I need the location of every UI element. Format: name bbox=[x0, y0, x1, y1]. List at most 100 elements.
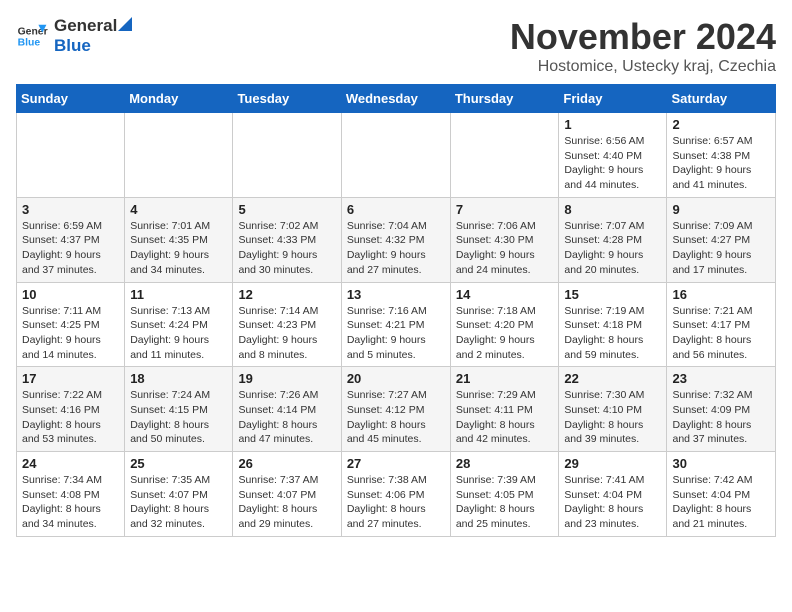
weekday-header-saturday: Saturday bbox=[667, 85, 776, 113]
day-number: 10 bbox=[22, 287, 119, 302]
day-number: 12 bbox=[238, 287, 335, 302]
day-info: Sunrise: 7:41 AM Sunset: 4:04 PM Dayligh… bbox=[564, 473, 661, 532]
day-number: 6 bbox=[347, 202, 445, 217]
day-number: 18 bbox=[130, 371, 227, 386]
day-number: 21 bbox=[456, 371, 554, 386]
calendar-cell: 10 Sunrise: 7:11 AM Sunset: 4:25 PM Dayli… bbox=[17, 282, 125, 367]
calendar-cell: 1Sunrise: 6:56 AM Sunset: 4:40 PM Daylig… bbox=[559, 113, 667, 198]
day-info: Sunrise: 6:57 AM Sunset: 4:38 PM Dayligh… bbox=[672, 134, 770, 193]
day-number: 11 bbox=[130, 287, 227, 302]
weekday-header-friday: Friday bbox=[559, 85, 667, 113]
day-number: 15 bbox=[564, 287, 661, 302]
calendar-cell: 30 Sunrise: 7:42 AM Sunset: 4:04 PM Dayli… bbox=[667, 452, 776, 537]
day-info: Sunrise: 7:37 AM Sunset: 4:07 PM Dayligh… bbox=[238, 473, 335, 532]
calendar-cell: 5Sunrise: 7:02 AM Sunset: 4:33 PM Daylig… bbox=[233, 197, 341, 282]
calendar-cell: 15 Sunrise: 7:19 AM Sunset: 4:18 PM Dayli… bbox=[559, 282, 667, 367]
svg-text:Blue: Blue bbox=[18, 38, 41, 49]
calendar-cell: 13 Sunrise: 7:16 AM Sunset: 4:21 PM Dayli… bbox=[341, 282, 450, 367]
calendar-cell: 27 Sunrise: 7:38 AM Sunset: 4:06 PM Dayli… bbox=[341, 452, 450, 537]
calendar-cell: 14Sunrise: 7:18 AM Sunset: 4:20 PM Dayli… bbox=[450, 282, 559, 367]
day-info: Sunrise: 7:07 AM Sunset: 4:28 PM Dayligh… bbox=[564, 219, 661, 278]
calendar-week-row-3: 10 Sunrise: 7:11 AM Sunset: 4:25 PM Dayli… bbox=[17, 282, 776, 367]
calendar-cell: 11 Sunrise: 7:13 AM Sunset: 4:24 PM Dayli… bbox=[125, 282, 233, 367]
day-number: 9 bbox=[672, 202, 770, 217]
day-number: 25 bbox=[130, 456, 227, 471]
day-info: Sunrise: 7:22 AM Sunset: 4:16 PM Dayligh… bbox=[22, 388, 119, 447]
calendar-cell: 23Sunrise: 7:32 AM Sunset: 4:09 PM Dayli… bbox=[667, 367, 776, 452]
day-number: 29 bbox=[564, 456, 661, 471]
day-info: Sunrise: 7:39 AM Sunset: 4:05 PM Dayligh… bbox=[456, 473, 554, 532]
day-info: Sunrise: 7:21 AM Sunset: 4:17 PM Dayligh… bbox=[672, 304, 770, 363]
logo-general-text: General bbox=[54, 16, 117, 36]
day-number: 3 bbox=[22, 202, 119, 217]
calendar-cell: 19Sunrise: 7:26 AM Sunset: 4:14 PM Dayli… bbox=[233, 367, 341, 452]
day-info: Sunrise: 7:30 AM Sunset: 4:10 PM Dayligh… bbox=[564, 388, 661, 447]
calendar-cell: 20Sunrise: 7:27 AM Sunset: 4:12 PM Dayli… bbox=[341, 367, 450, 452]
day-number: 4 bbox=[130, 202, 227, 217]
calendar-week-row-2: 3 Sunrise: 6:59 AM Sunset: 4:37 PM Daylig… bbox=[17, 197, 776, 282]
weekday-header-tuesday: Tuesday bbox=[233, 85, 341, 113]
day-number: 13 bbox=[347, 287, 445, 302]
weekday-header-thursday: Thursday bbox=[450, 85, 559, 113]
day-number: 26 bbox=[238, 456, 335, 471]
day-number: 14 bbox=[456, 287, 554, 302]
day-number: 7 bbox=[456, 202, 554, 217]
month-title: November 2024 bbox=[510, 16, 776, 58]
day-number: 22 bbox=[564, 371, 661, 386]
day-number: 16 bbox=[672, 287, 770, 302]
page-header: General Blue General Blue November 2024 … bbox=[16, 16, 776, 76]
weekday-header-sunday: Sunday bbox=[17, 85, 125, 113]
calendar-cell bbox=[233, 113, 341, 198]
day-info: Sunrise: 7:34 AM Sunset: 4:08 PM Dayligh… bbox=[22, 473, 119, 532]
day-info: Sunrise: 7:42 AM Sunset: 4:04 PM Dayligh… bbox=[672, 473, 770, 532]
weekday-header-row: SundayMondayTuesdayWednesdayThursdayFrid… bbox=[17, 85, 776, 113]
day-info: Sunrise: 7:06 AM Sunset: 4:30 PM Dayligh… bbox=[456, 219, 554, 278]
calendar-cell: 4Sunrise: 7:01 AM Sunset: 4:35 PM Daylig… bbox=[125, 197, 233, 282]
day-number: 5 bbox=[238, 202, 335, 217]
calendar-cell: 26 Sunrise: 7:37 AM Sunset: 4:07 PM Dayli… bbox=[233, 452, 341, 537]
day-info: Sunrise: 7:19 AM Sunset: 4:18 PM Dayligh… bbox=[564, 304, 661, 363]
day-number: 27 bbox=[347, 456, 445, 471]
day-info: Sunrise: 7:14 AM Sunset: 4:23 PM Dayligh… bbox=[238, 304, 335, 363]
calendar-cell: 21 Sunrise: 7:29 AM Sunset: 4:11 PM Dayli… bbox=[450, 367, 559, 452]
day-info: Sunrise: 7:13 AM Sunset: 4:24 PM Dayligh… bbox=[130, 304, 227, 363]
calendar-cell bbox=[341, 113, 450, 198]
day-info: Sunrise: 7:09 AM Sunset: 4:27 PM Dayligh… bbox=[672, 219, 770, 278]
calendar-week-row-4: 17Sunrise: 7:22 AM Sunset: 4:16 PM Dayli… bbox=[17, 367, 776, 452]
calendar-cell: 17Sunrise: 7:22 AM Sunset: 4:16 PM Dayli… bbox=[17, 367, 125, 452]
calendar-cell: 28Sunrise: 7:39 AM Sunset: 4:05 PM Dayli… bbox=[450, 452, 559, 537]
day-info: Sunrise: 7:04 AM Sunset: 4:32 PM Dayligh… bbox=[347, 219, 445, 278]
calendar-cell: 9 Sunrise: 7:09 AM Sunset: 4:27 PM Daylig… bbox=[667, 197, 776, 282]
title-block: November 2024 Hostomice, Ustecky kraj, C… bbox=[510, 16, 776, 76]
logo-icon: General Blue bbox=[16, 20, 48, 52]
day-info: Sunrise: 7:11 AM Sunset: 4:25 PM Dayligh… bbox=[22, 304, 119, 363]
day-info: Sunrise: 7:38 AM Sunset: 4:06 PM Dayligh… bbox=[347, 473, 445, 532]
calendar-cell: 22 Sunrise: 7:30 AM Sunset: 4:10 PM Dayli… bbox=[559, 367, 667, 452]
day-number: 24 bbox=[22, 456, 119, 471]
logo-blue-text: Blue bbox=[54, 36, 91, 55]
calendar-cell: 29 Sunrise: 7:41 AM Sunset: 4:04 PM Dayli… bbox=[559, 452, 667, 537]
calendar-cell: 3 Sunrise: 6:59 AM Sunset: 4:37 PM Daylig… bbox=[17, 197, 125, 282]
calendar-cell: 6 Sunrise: 7:04 AM Sunset: 4:32 PM Daylig… bbox=[341, 197, 450, 282]
calendar-cell: 12 Sunrise: 7:14 AM Sunset: 4:23 PM Dayli… bbox=[233, 282, 341, 367]
calendar-cell: 8 Sunrise: 7:07 AM Sunset: 4:28 PM Daylig… bbox=[559, 197, 667, 282]
day-info: Sunrise: 7:16 AM Sunset: 4:21 PM Dayligh… bbox=[347, 304, 445, 363]
day-info: Sunrise: 6:59 AM Sunset: 4:37 PM Dayligh… bbox=[22, 219, 119, 278]
day-info: Sunrise: 7:24 AM Sunset: 4:15 PM Dayligh… bbox=[130, 388, 227, 447]
day-info: Sunrise: 7:29 AM Sunset: 4:11 PM Dayligh… bbox=[456, 388, 554, 447]
day-number: 1 bbox=[564, 117, 661, 132]
calendar-table: SundayMondayTuesdayWednesdayThursdayFrid… bbox=[16, 84, 776, 537]
calendar-cell: 25 Sunrise: 7:35 AM Sunset: 4:07 PM Dayli… bbox=[125, 452, 233, 537]
calendar-cell: 2Sunrise: 6:57 AM Sunset: 4:38 PM Daylig… bbox=[667, 113, 776, 198]
day-number: 20 bbox=[347, 371, 445, 386]
logo-triangle-icon bbox=[118, 17, 132, 31]
day-number: 30 bbox=[672, 456, 770, 471]
calendar-cell bbox=[450, 113, 559, 198]
calendar-week-row-5: 24 Sunrise: 7:34 AM Sunset: 4:08 PM Dayli… bbox=[17, 452, 776, 537]
day-number: 8 bbox=[564, 202, 661, 217]
calendar-cell: 7 Sunrise: 7:06 AM Sunset: 4:30 PM Daylig… bbox=[450, 197, 559, 282]
calendar-cell: 18 Sunrise: 7:24 AM Sunset: 4:15 PM Dayli… bbox=[125, 367, 233, 452]
day-number: 23 bbox=[672, 371, 770, 386]
day-info: Sunrise: 7:35 AM Sunset: 4:07 PM Dayligh… bbox=[130, 473, 227, 532]
calendar-week-row-1: 1Sunrise: 6:56 AM Sunset: 4:40 PM Daylig… bbox=[17, 113, 776, 198]
